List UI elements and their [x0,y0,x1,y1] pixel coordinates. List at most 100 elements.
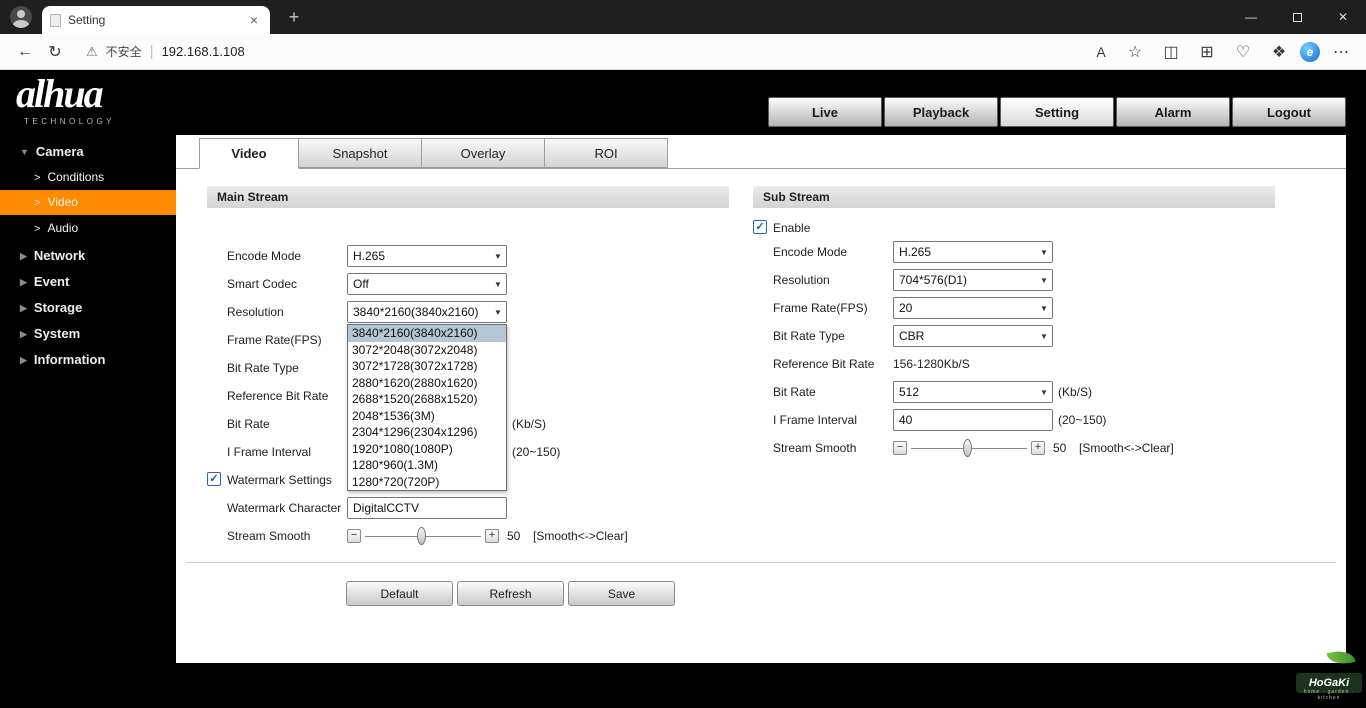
sub-resolution-row: Resolution 704*576(D1) ▼ [753,269,1313,291]
address-bar[interactable]: ⚠ 不安全 | 192.168.1.108 [86,43,1088,60]
nav-logout-button[interactable]: Logout [1232,97,1346,127]
bit-rate-label: Bit Rate [227,417,270,431]
enable-label: Enable [773,221,810,235]
refresh-icon[interactable]: ↻ [40,37,70,67]
nav-playback-button[interactable]: Playback [884,97,998,127]
chevron-down-icon: ▼ [1036,332,1052,341]
browser-window: Setting × + — ✕ ← ↻ ⚠ 不安全 | 192.168.1.10… [0,0,1366,708]
new-tab-button[interactable]: + [282,7,306,28]
sub-frame-rate-select[interactable]: 20 ▼ [893,297,1053,319]
browser-tab[interactable]: Setting × [42,6,270,34]
resolution-option[interactable]: 1280*960(1.3M) [348,457,506,474]
minimize-button[interactable]: — [1228,0,1274,34]
chevron-down-icon: ▼ [490,252,506,261]
enable-row: ✓ Enable [753,217,1313,239]
sub-i-frame-interval-row: I Frame Interval (20~150) [753,409,1313,431]
smart-codec-select[interactable]: Off ▼ [347,273,507,295]
resolution-option[interactable]: 2304*1296(2304x1296) [348,424,506,441]
nav-live-button[interactable]: Live [768,97,882,127]
encode-mode-select[interactable]: H.265 ▼ [347,245,507,267]
resolution-option[interactable]: 3072*2048(3072x2048) [348,342,506,359]
sub-bit-rate-type-select[interactable]: CBR ▼ [893,325,1053,347]
save-button[interactable]: Save [568,581,675,606]
sub-stream-smooth-slider[interactable]: − + [893,437,1053,459]
tab-close-icon[interactable]: × [246,12,262,28]
tab-overlay[interactable]: Overlay [421,138,545,168]
back-icon[interactable]: ← [10,37,40,67]
sidebar-section-label: Camera [36,144,84,159]
tab-video[interactable]: Video [199,138,299,169]
close-window-button[interactable]: ✕ [1320,0,1366,34]
sidebar-section-storage[interactable]: ▶Storage [0,295,176,321]
watermark-settings-label: Watermark Settings [227,473,332,487]
slider-minus-icon[interactable]: − [347,529,361,543]
sub-bit-rate-select[interactable]: 512 ▼ [893,381,1053,403]
resolution-value: 3840*2160(3840x2160) [348,305,490,319]
resolution-option[interactable]: 1280*720(720P) [348,474,506,491]
sub-stream-enable-checkbox[interactable]: ✓ [753,220,767,234]
sidebar-item-conditions[interactable]: >Conditions [0,165,176,190]
sidebar-section-event[interactable]: ▶Event [0,269,176,295]
chevron-down-icon: ▼ [1036,304,1052,313]
slider-handle[interactable] [417,527,426,545]
split-screen-icon[interactable]: ◫ [1156,37,1186,67]
resolution-option[interactable]: 2048*1536(3M) [348,408,506,425]
sidebar-item-video[interactable]: >Video [0,190,176,215]
i-frame-interval-label: I Frame Interval [227,445,311,459]
sub-resolution-select[interactable]: 704*576(D1) ▼ [893,269,1053,291]
read-aloud-icon[interactable]: A [1088,37,1114,67]
nav-alarm-button[interactable]: Alarm [1116,97,1230,127]
resolution-option[interactable]: 2880*1620(2880x1620) [348,375,506,392]
content-tab-row: Video Snapshot Overlay ROI [176,137,1346,169]
sidebar-section-system[interactable]: ▶System [0,321,176,347]
sidebar-item-audio[interactable]: >Audio [0,216,176,241]
item-chevron-icon: > [34,197,40,209]
extensions-icon[interactable]: ❖ [1264,37,1294,67]
sub-frame-rate-value: 20 [894,301,1036,315]
collections-icon[interactable]: ⊞ [1192,37,1222,67]
sub-encode-mode-select[interactable]: H.265 ▼ [893,241,1053,263]
tab-roi[interactable]: ROI [544,138,668,168]
copilot-icon[interactable]: e [1300,42,1320,62]
watermark-character-row: Watermark Character [207,497,767,519]
browser-essentials-icon[interactable]: ♡ [1228,37,1258,67]
chevron-down-icon: ▼ [1036,276,1052,285]
sidebar-section-information[interactable]: ▶Information [0,347,176,373]
nav-setting-button[interactable]: Setting [1000,97,1114,127]
watermark-settings-checkbox[interactable]: ✓ [207,472,221,486]
resolution-select[interactable]: 3840*2160(3840x2160) ▼ [347,301,507,323]
profile-avatar[interactable] [10,6,32,28]
slider-plus-icon[interactable]: + [485,529,499,543]
sub-reference-bit-rate-row: Reference Bit Rate 156-1280Kb/S [753,353,1313,375]
tab-snapshot[interactable]: Snapshot [298,138,422,168]
more-options-icon[interactable]: ⋯ [1326,37,1356,67]
sidebar-section-network[interactable]: ▶Network [0,243,176,269]
watermark-character-input[interactable] [347,497,507,519]
stream-smooth-slider[interactable]: − + [347,525,507,547]
resolution-option[interactable]: 3840*2160(3840x2160) [348,325,506,342]
slider-handle[interactable] [963,439,972,457]
default-button[interactable]: Default [346,581,453,606]
bit-rate-type-label: Bit Rate Type [227,361,299,375]
dahua-logo: alhua [16,74,102,114]
smart-codec-value: Off [348,277,490,291]
refresh-button[interactable]: Refresh [457,581,564,606]
sub-i-frame-interval-input[interactable] [893,409,1053,431]
add-favorite-icon[interactable]: ☆ [1120,37,1150,67]
resolution-option[interactable]: 2688*1520(2688x1520) [348,391,506,408]
sub-resolution-value: 704*576(D1) [894,273,1036,287]
resolution-option[interactable]: 1920*1080(1080P) [348,441,506,458]
resolution-option[interactable]: 3072*1728(3072x1728) [348,358,506,375]
sidebar-section-camera[interactable]: ▼Camera [0,139,176,165]
page-header: alhua TECHNOLOGY Live Playback Setting A… [0,70,1366,135]
maximize-button[interactable] [1274,0,1320,34]
sub-bit-rate-value: 512 [894,385,1036,399]
slider-plus-icon[interactable]: + [1031,441,1045,455]
not-secure-warning-icon[interactable]: ⚠ [86,44,98,60]
slider-minus-icon[interactable]: − [893,441,907,455]
chevron-collapsed-icon: ▶ [20,347,27,373]
corner-watermark-logo: HoGaKi home · garden · kitchen [1296,650,1362,702]
chevron-collapsed-icon: ▶ [20,321,27,347]
maximize-icon [1293,13,1302,22]
chevron-down-icon: ▼ [490,280,506,289]
